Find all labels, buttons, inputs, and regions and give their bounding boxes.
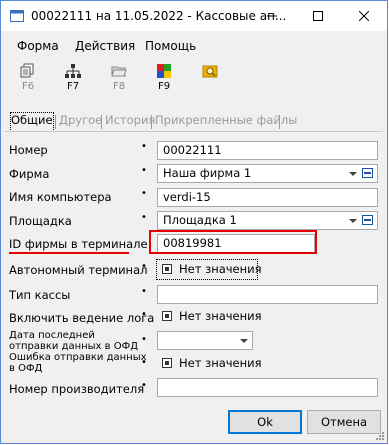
ofd-error-value: Нет значения xyxy=(179,356,262,370)
logging-value: Нет значения xyxy=(179,309,262,323)
last-ofd-date-picker[interactable] xyxy=(157,331,253,350)
app-icon xyxy=(10,10,24,22)
autonomous-value: Нет значения xyxy=(179,262,262,276)
tab-underline xyxy=(5,131,383,132)
select-list-icon[interactable] xyxy=(362,168,373,178)
ofd-error-label: Ошибка отправки данных в ОФД xyxy=(9,352,147,374)
toolbar-label-f7: F7 xyxy=(66,81,80,92)
menu-form[interactable]: Форма xyxy=(17,39,59,53)
tab-separator xyxy=(151,115,152,129)
chevron-down-icon[interactable] xyxy=(240,339,248,343)
maximize-button[interactable] xyxy=(295,1,341,31)
menu-help[interactable]: Помощь xyxy=(145,39,196,53)
number-label: Номер xyxy=(9,143,48,157)
last-ofd-label: Дата последней отправки данных в ОФД xyxy=(9,330,139,352)
autonomous-dots: • xyxy=(141,261,147,272)
folder-icon xyxy=(111,66,127,77)
ofd-error-dots: • xyxy=(141,357,147,368)
toolbar-search-button[interactable] xyxy=(199,61,221,95)
tab-separator xyxy=(55,115,56,129)
toolbar-colors-button[interactable]: F9 xyxy=(153,61,175,95)
logging-checkbox[interactable]: Нет значения xyxy=(157,307,262,326)
firm-combo[interactable]: Наша фирма 1 xyxy=(157,164,378,183)
autonomous-checkbox[interactable]: Нет значения xyxy=(156,259,262,280)
firm-dots: • xyxy=(141,165,147,176)
firm-value: Наша фирма 1 xyxy=(163,166,252,180)
site-label: Площадка xyxy=(9,214,72,228)
checkbox-indeterminate-icon xyxy=(162,311,172,321)
toolbar-label-f6: F6 xyxy=(21,81,35,92)
close-icon xyxy=(359,11,369,21)
computer-dots: • xyxy=(141,188,147,199)
checkbox-indeterminate-icon xyxy=(162,358,172,368)
toolbar-open-button[interactable]: F8 xyxy=(108,61,130,95)
search-folder-icon xyxy=(202,65,218,78)
firm-label: Фирма xyxy=(9,167,50,181)
copy-icon xyxy=(20,63,34,78)
kkm-type-dots: • xyxy=(141,286,147,297)
select-list-icon[interactable] xyxy=(362,215,373,225)
manufacturer-no-field[interactable] xyxy=(157,378,378,397)
chevron-down-icon[interactable] xyxy=(349,219,357,223)
manufacturer-no-label: Номер производителя xyxy=(9,382,145,396)
menu-actions[interactable]: Действия xyxy=(75,39,135,53)
logging-label: Включить ведение лога xyxy=(9,311,155,325)
maximize-icon xyxy=(313,11,323,21)
close-button[interactable] xyxy=(341,1,387,31)
chevron-down-icon[interactable] xyxy=(349,172,357,176)
firm-id-label: ID фирмы в терминале xyxy=(9,237,148,251)
tab-other[interactable]: Другое xyxy=(59,113,102,131)
resize-grip-icon[interactable] xyxy=(375,431,384,440)
toolbar: F6 F7 F8 F9 xyxy=(1,59,387,97)
last-ofd-dots: • xyxy=(141,334,147,345)
computer-field[interactable]: verdi-15 xyxy=(157,188,378,207)
minimize-button[interactable] xyxy=(249,1,295,31)
checkbox-indeterminate-icon xyxy=(162,264,172,274)
tab-separator xyxy=(279,115,280,129)
toolbar-hierarchy-button[interactable]: F7 xyxy=(62,61,84,95)
menu-bar: Форма Действия Помощь xyxy=(1,35,387,57)
tab-separator xyxy=(101,115,102,129)
site-combo[interactable]: Площадка 1 xyxy=(157,211,378,230)
ok-button[interactable]: Ok xyxy=(228,410,302,434)
highlight-box xyxy=(149,230,317,254)
tab-attachments[interactable]: Прикрепленные файлы xyxy=(155,113,297,131)
toolbar-label-f9: F9 xyxy=(157,81,171,92)
toolbar-copy-button[interactable]: F6 xyxy=(17,61,39,95)
minimize-icon xyxy=(267,15,277,17)
highlight-underline xyxy=(9,252,129,254)
manufacturer-no-dots: • xyxy=(141,380,147,391)
document-window: 00022111 на 11.05.2022 - Кассовые ап... … xyxy=(0,0,388,444)
number-field[interactable]: 00022111 xyxy=(157,141,378,160)
tab-history[interactable]: История xyxy=(105,113,155,131)
tab-general[interactable]: Общие xyxy=(10,112,54,132)
kkm-type-field[interactable] xyxy=(157,285,378,304)
site-value: Площадка 1 xyxy=(163,213,237,227)
site-dots: • xyxy=(141,212,147,223)
toolbar-label-f8: F8 xyxy=(112,81,126,92)
kkm-type-label: Тип кассы xyxy=(9,288,71,302)
logging-dots: • xyxy=(141,309,147,320)
cancel-button[interactable]: Отмена xyxy=(307,410,381,434)
color-grid-icon xyxy=(157,64,171,78)
ofd-error-checkbox[interactable]: Нет значения xyxy=(157,354,262,373)
autonomous-label: Автономный терминал xyxy=(9,263,148,277)
computer-label: Имя компьютера xyxy=(9,190,112,204)
hierarchy-icon xyxy=(65,64,81,78)
number-dots: • xyxy=(141,141,147,152)
title-bar: 00022111 на 11.05.2022 - Кассовые ап... xyxy=(1,1,387,31)
